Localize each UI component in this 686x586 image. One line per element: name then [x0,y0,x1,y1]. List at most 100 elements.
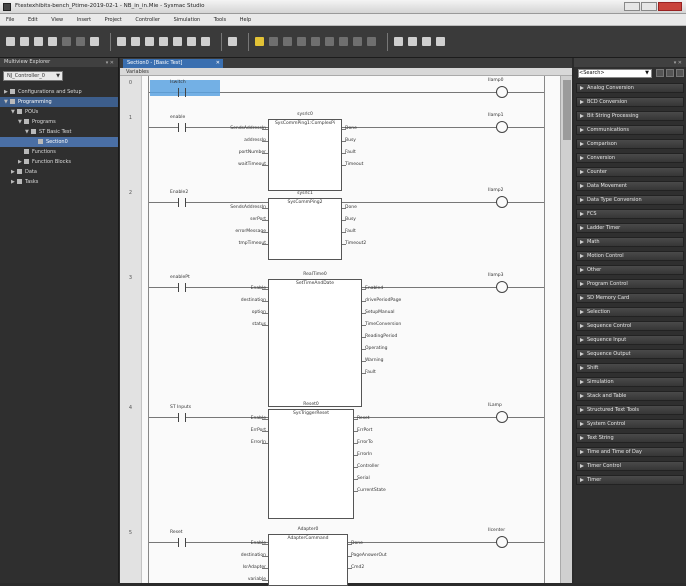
toolbox-category[interactable]: FCS [576,209,684,219]
toolbox-category[interactable]: Motion Control [576,251,684,261]
pin-icon[interactable]: ▾ ✕ [106,59,114,68]
toolbar-icon[interactable] [145,37,154,46]
scrollbar-thumb[interactable] [563,80,571,140]
toolbox-category[interactable]: Sequence Input [576,335,684,345]
toolbox-category[interactable]: Shift [576,363,684,373]
toolbar-icon[interactable] [90,37,99,46]
menu-simulation[interactable]: Simulation [168,14,207,26]
toolbar-icon[interactable] [422,37,431,46]
toolbar-icon[interactable] [436,37,445,46]
toolbox-category[interactable]: Math [576,237,684,247]
tree-item[interactable]: ▼ Programming [0,97,118,107]
minimize-button[interactable] [624,2,640,11]
controller-select[interactable]: NJ_Controller_0 ▼ [3,71,63,81]
maximize-button[interactable] [641,2,657,11]
function-block[interactable]: AdapterCommand [268,534,348,586]
coil-symbol[interactable] [496,281,508,293]
toolbar-icon[interactable] [353,37,362,46]
toolbox-category[interactable]: Sequence Control [576,321,684,331]
toolbar-icon[interactable] [394,37,403,46]
coil-label[interactable]: Ilamp0 [488,78,503,83]
toolbox-category[interactable]: Stack and Table [576,391,684,401]
function-block[interactable]: SetTimeAndDate [268,279,362,407]
tree-item[interactable]: Section0 [0,137,118,147]
toolbar-icon[interactable] [131,37,140,46]
toolbox-category[interactable]: Data Type Conversion [576,195,684,205]
menu-insert[interactable]: Insert [71,14,97,26]
contact-label[interactable]: Iswitch [170,80,186,85]
tree-item[interactable]: ▼ POUs [0,107,118,117]
tree-item[interactable]: ▼ Programs [0,117,118,127]
toolbox-category[interactable]: Structured Text Tools [576,405,684,415]
toolbar-icon[interactable] [311,37,320,46]
toolbox-category[interactable]: Comparison [576,139,684,149]
toolbar-icon[interactable] [173,37,182,46]
contact-label[interactable]: enablePt [170,275,190,280]
toolbox-options-icon[interactable] [666,69,674,77]
toolbar-icon[interactable] [34,37,43,46]
contact-label[interactable]: Enable2 [170,190,188,195]
toolbox-category[interactable]: Selection [576,307,684,317]
contact-symbol[interactable] [178,88,186,97]
toolbar-icon[interactable] [6,37,15,46]
toolbar-icon[interactable] [408,37,417,46]
contact-symbol[interactable] [178,198,186,207]
toolbox-category[interactable]: Ladder Timer [576,223,684,233]
coil-symbol[interactable] [496,121,508,133]
toolbar-icon[interactable] [269,37,278,46]
toolbox-search[interactable]: <Search> ▼ [578,69,652,78]
toolbar-icon[interactable] [20,37,29,46]
pin-icon[interactable]: ▾ ✕ [674,59,682,68]
contact-symbol[interactable] [178,283,186,292]
toolbox-category[interactable]: System Control [576,419,684,429]
tree-item[interactable]: ▼ ST Basic Test [0,127,118,137]
contact-symbol[interactable] [178,413,186,422]
contact-symbol[interactable] [178,123,186,132]
menu-file[interactable]: File [0,14,20,26]
warning-icon[interactable] [255,37,264,46]
contact-label[interactable]: enable [170,115,185,120]
variables-bar[interactable]: Variables [120,68,572,76]
tree-item[interactable]: ▶ Function Blocks [0,157,118,167]
menu-view[interactable]: View [45,14,69,26]
toolbox-category[interactable]: Timer Control [576,461,684,471]
toolbar-icon[interactable] [62,37,71,46]
vertical-scrollbar[interactable] [560,76,572,583]
function-block[interactable]: SysTriggerReset [268,409,354,519]
close-icon[interactable]: ✕ [216,59,220,68]
coil-label[interactable]: ILamp [488,403,502,408]
toolbar-icon[interactable] [283,37,292,46]
toolbox-options-icon[interactable] [676,69,684,77]
toolbox-category[interactable]: Text String [576,433,684,443]
toolbox-category[interactable]: Data Movement [576,181,684,191]
toolbox-options-icon[interactable] [656,69,664,77]
toolbar-icon[interactable] [367,37,376,46]
contact-label[interactable]: ST Inputs [170,405,191,410]
toolbar-icon[interactable] [228,37,237,46]
coil-symbol[interactable] [496,86,508,98]
menu-edit[interactable]: Edit [22,14,44,26]
toolbox-category[interactable]: Bit String Processing [576,111,684,121]
toolbox-category[interactable]: SD Memory Card [576,293,684,303]
tree-item[interactable]: ▶ Configurations and Setup [0,87,118,97]
toolbox-category[interactable]: Conversion [576,153,684,163]
function-block[interactable]: SysCommPing1:ComplexPi [268,119,342,191]
toolbar-icon[interactable] [201,37,210,46]
toolbar-icon[interactable] [117,37,126,46]
function-block[interactable]: SysCommPing2 [268,198,342,260]
toolbox-category[interactable]: Program Control [576,279,684,289]
toolbox-category[interactable]: BCD Conversion [576,97,684,107]
toolbox-category[interactable]: Simulation [576,377,684,387]
menu-tools[interactable]: Tools [208,14,232,26]
toolbar-icon[interactable] [187,37,196,46]
coil-label[interactable]: Ilamp3 [488,273,503,278]
ladder-diagram[interactable]: 0 Iswitch Ilamp0 1 enable Ilamp1 SysCommPing1:… [120,76,572,586]
menu-help[interactable]: Help [234,14,257,26]
toolbar-icon[interactable] [76,37,85,46]
tab-section0[interactable]: Section0 - [Basic Test] ✕ [123,59,223,68]
coil-symbol[interactable] [496,411,508,423]
toolbar-icon[interactable] [48,37,57,46]
toolbar-icon[interactable] [325,37,334,46]
coil-label[interactable]: Ilcenter [488,528,505,533]
toolbox-category[interactable]: Time and Time of Day [576,447,684,457]
